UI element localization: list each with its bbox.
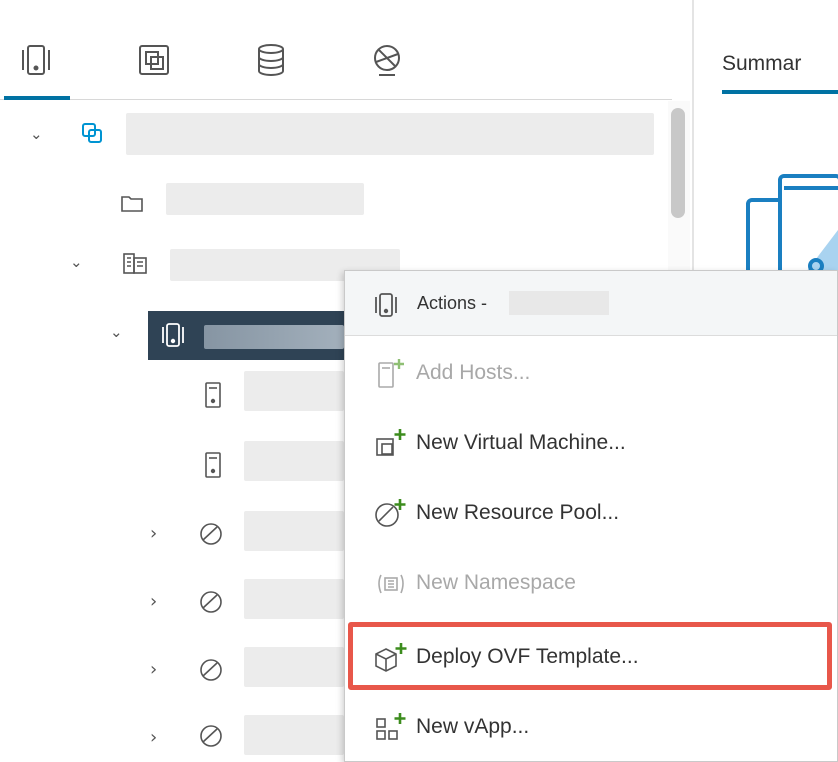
actions-context-menu: Actions - Add Hosts... New Virtual Machi…	[344, 270, 838, 762]
menu-item-new-namespace[interactable]: New Namespace	[345, 549, 837, 619]
context-menu-title: Actions -	[417, 293, 488, 313]
scroll-thumb[interactable]	[671, 108, 685, 218]
resource-pool-icon	[200, 523, 222, 545]
expand-caret-icon[interactable]: ›	[150, 659, 157, 680]
namespace-icon	[378, 574, 404, 594]
datacenter-icon	[123, 253, 147, 274]
network-icon	[374, 45, 400, 76]
host-name-redacted[interactable]	[244, 441, 344, 481]
resource-pool-name-redacted[interactable]	[244, 647, 344, 687]
tab-summary[interactable]: Summar	[722, 52, 801, 76]
database-icon	[258, 44, 284, 76]
cluster-icon	[162, 323, 184, 347]
add-host-icon	[378, 359, 404, 388]
expand-caret-icon[interactable]: ›	[150, 591, 157, 612]
new-vm-icon	[376, 429, 406, 456]
resource-pool-icon	[200, 659, 222, 681]
menu-item-label: New Resource Pool...	[416, 501, 620, 524]
menu-item-new-virtual-machine[interactable]: New Virtual Machine...	[345, 409, 837, 479]
tab-hosts-and-clusters[interactable]	[4, 40, 70, 100]
resource-pool-name-redacted[interactable]	[244, 579, 344, 619]
navigator-tabs	[0, 0, 672, 100]
resource-pool-name-redacted[interactable]	[244, 511, 344, 551]
expand-caret-icon[interactable]: ⌄	[30, 125, 43, 143]
active-tab-underline	[722, 90, 838, 94]
menu-item-new-resource-pool[interactable]: New Resource Pool...	[345, 479, 837, 549]
host-icon	[205, 452, 221, 478]
folder-name-redacted[interactable]	[166, 183, 364, 215]
resource-pool-name-redacted[interactable]	[244, 715, 344, 755]
expand-caret-icon[interactable]: ⌄	[110, 323, 123, 341]
vms-templates-icon	[139, 45, 169, 75]
menu-item-new-vapp[interactable]: New vApp...	[345, 693, 837, 762]
tree-row-cluster-selected[interactable]	[148, 311, 348, 360]
cluster-name-redacted	[204, 325, 344, 349]
context-menu-title-redacted	[509, 291, 609, 315]
host-icon	[205, 382, 221, 408]
context-menu-header: Actions -	[345, 271, 837, 336]
menu-item-label: New Namespace	[416, 571, 576, 594]
expand-caret-icon[interactable]: ›	[150, 727, 157, 748]
expand-caret-icon[interactable]: ›	[150, 523, 157, 544]
resource-pool-icon	[200, 591, 222, 613]
menu-item-add-hosts[interactable]: Add Hosts...	[345, 339, 837, 409]
tab-vms-and-templates[interactable]	[134, 40, 174, 80]
hosts-clusters-icon	[22, 45, 50, 75]
tab-networking[interactable]	[367, 40, 407, 80]
annotation-highlight-box	[348, 622, 832, 690]
expand-caret-icon[interactable]: ⌄	[70, 253, 83, 271]
cluster-illustration-icon	[746, 174, 838, 280]
menu-item-label: New vApp...	[416, 715, 530, 738]
new-resource-pool-icon	[375, 499, 406, 527]
vcenter-icon	[82, 123, 102, 143]
menu-item-label: Add Hosts...	[416, 361, 531, 384]
folder-icon	[121, 196, 143, 212]
cluster-icon	[375, 293, 397, 317]
vcenter-name-redacted[interactable]	[126, 113, 654, 155]
resource-pool-icon	[200, 725, 222, 747]
host-name-redacted[interactable]	[244, 371, 344, 411]
new-vapp-icon	[376, 713, 406, 740]
tab-storage[interactable]	[251, 40, 291, 80]
menu-item-label: New Virtual Machine...	[416, 431, 626, 454]
